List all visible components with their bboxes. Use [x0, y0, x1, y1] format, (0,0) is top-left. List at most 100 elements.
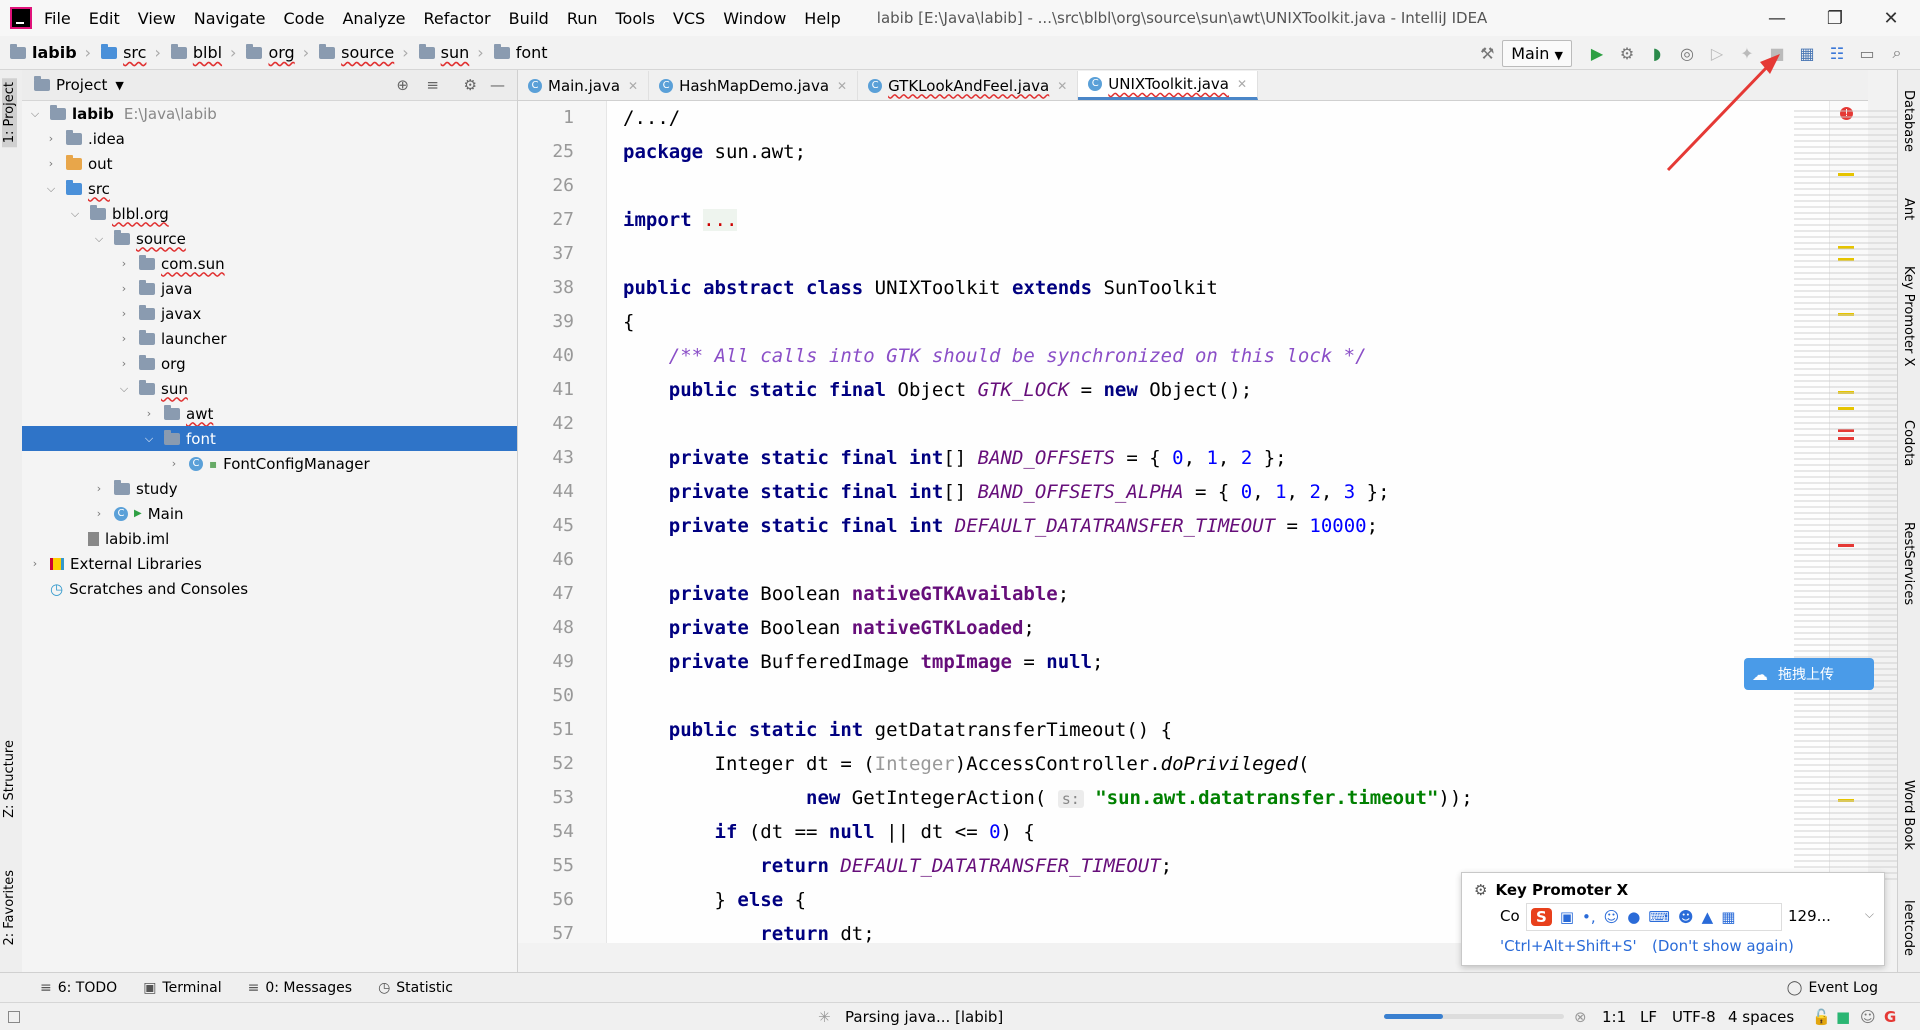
favorites-tool-tab[interactable]: 2: Favorites: [2, 870, 17, 946]
close-icon[interactable]: ✕: [837, 79, 847, 93]
menu-view[interactable]: View: [138, 9, 176, 28]
run-icon[interactable]: ▶: [1582, 38, 1612, 68]
file-encoding[interactable]: UTF-8: [1672, 1008, 1716, 1026]
indent-setting[interactable]: 4 spaces: [1728, 1008, 1794, 1026]
breadcrumb-sun[interactable]: sun ›: [418, 43, 484, 62]
tree-item-out[interactable]: › out: [22, 151, 517, 176]
tree-item-scratches[interactable]: ◷ Scratches and Consoles: [22, 576, 517, 601]
cancel-task-icon[interactable]: ⊗: [1574, 1008, 1587, 1026]
profile-icon[interactable]: ◎: [1672, 38, 1702, 68]
close-icon[interactable]: ✕: [628, 79, 638, 93]
menu-edit[interactable]: Edit: [89, 9, 120, 28]
dont-show-again-link[interactable]: (Don't show again): [1652, 937, 1794, 955]
line-separator[interactable]: LF: [1640, 1008, 1657, 1026]
translate-icon[interactable]: ☷: [1822, 38, 1852, 68]
hector-icon[interactable]: ☺: [1860, 1008, 1876, 1026]
tree-item-labib-iml[interactable]: labib.iml: [22, 526, 517, 551]
run-configuration-select[interactable]: Main ▼: [1502, 39, 1572, 67]
tree-item-study[interactable]: › study: [22, 476, 517, 501]
ime-toolbar[interactable]: S ▣ •, ☺ ● ⌨ ☻ ▲ ▦: [1526, 903, 1782, 931]
terminal-tool-button[interactable]: ▣ Terminal: [143, 980, 221, 996]
code-minimap[interactable]: [1794, 110, 1902, 880]
hide-icon[interactable]: —: [490, 76, 505, 94]
breadcrumb-org[interactable]: org ›: [246, 43, 309, 62]
codota-icon[interactable]: ■: [1836, 1008, 1850, 1026]
menu-refactor[interactable]: Refactor: [424, 9, 491, 28]
debug-icon[interactable]: ⚙: [1612, 38, 1642, 68]
resume-icon[interactable]: ▷: [1702, 38, 1732, 68]
menu-analyze[interactable]: Analyze: [342, 9, 405, 28]
breadcrumb-blbl[interactable]: blbl ›: [170, 43, 236, 62]
menu-code[interactable]: Code: [284, 9, 325, 28]
project-tool-tab[interactable]: 1: Project: [2, 78, 17, 148]
tab-main-java[interactable]: C Main.java ✕: [518, 71, 650, 100]
menu-help[interactable]: Help: [804, 9, 840, 28]
breadcrumb-font[interactable]: font: [493, 43, 548, 62]
tree-item-java[interactable]: › java: [22, 276, 517, 301]
menu-file[interactable]: File: [44, 9, 71, 28]
coverage-icon[interactable]: ◗: [1642, 38, 1672, 68]
collapse-all-icon[interactable]: ≡: [426, 76, 439, 94]
menu-build[interactable]: Build: [509, 9, 549, 28]
locate-icon[interactable]: ⊕: [396, 76, 409, 94]
close-button[interactable]: ✕: [1868, 0, 1914, 36]
breadcrumb-src[interactable]: src ›: [101, 43, 161, 62]
tree-item-font[interactable]: ⌵ font: [22, 426, 517, 451]
shortcut-link[interactable]: 'Ctrl+Alt+Shift+S': [1500, 937, 1637, 955]
codota-tool-tab[interactable]: Codota: [1901, 420, 1916, 466]
attach-icon[interactable]: ✦: [1732, 38, 1762, 68]
menu-window[interactable]: Window: [723, 9, 786, 28]
close-icon[interactable]: ✕: [1057, 79, 1067, 93]
tree-item-source[interactable]: ⌵ source: [22, 226, 517, 251]
tab-hashmapdemo-java[interactable]: C HashMapDemo.java ✕: [649, 71, 859, 100]
todo-tool-button[interactable]: ≡ 6: TODO: [40, 980, 117, 996]
breadcrumb-labib[interactable]: labib ›: [10, 43, 91, 62]
tool-windows-toggle-icon[interactable]: [8, 1010, 20, 1023]
tree-item-labib[interactable]: ⌵ labib E:\Java\labib: [22, 101, 517, 126]
statistic-tool-button[interactable]: ◷ Statistic: [378, 980, 453, 996]
presentation-mode-icon[interactable]: ▭: [1852, 38, 1882, 68]
lock-icon[interactable]: 🔓: [1812, 1008, 1831, 1026]
messages-tool-button[interactable]: ≡ 0: Messages: [248, 980, 352, 996]
gear-icon[interactable]: ⚙: [464, 76, 477, 94]
tree-item-org[interactable]: › org: [22, 351, 517, 376]
tree-item-idea[interactable]: › .idea: [22, 126, 517, 151]
hammer-icon[interactable]: ⚒: [1472, 38, 1502, 68]
upload-button[interactable]: ☁ 拖拽上传: [1744, 658, 1874, 690]
wordbook-tool-tab[interactable]: Word Book: [1901, 780, 1916, 850]
tree-item-src[interactable]: ⌵ src: [22, 176, 517, 201]
google-icon[interactable]: G: [1884, 1008, 1896, 1026]
database-tool-tab[interactable]: Database: [1901, 90, 1916, 152]
key-promoter-tool-tab[interactable]: Key Promoter X: [1901, 266, 1916, 366]
menu-navigate[interactable]: Navigate: [194, 9, 266, 28]
chevron-down-icon[interactable]: ⌵: [1865, 907, 1874, 922]
restservices-tool-tab[interactable]: RestServices: [1901, 522, 1916, 605]
structure-tool-tab[interactable]: Z: Structure: [2, 740, 17, 818]
tree-item-sun[interactable]: ⌵ sun: [22, 376, 517, 401]
caret-position[interactable]: 1:1: [1602, 1008, 1626, 1026]
project-panel-title[interactable]: Project: [56, 76, 107, 94]
event-log-tool-button[interactable]: ◯ Event Log: [1787, 980, 1878, 996]
tree-item-main[interactable]: › C ▶ Main: [22, 501, 517, 526]
chevron-down-icon[interactable]: ▼: [115, 79, 123, 92]
tree-item-fontconfigmanager[interactable]: › C ▪ FontConfigManager: [22, 451, 517, 476]
tab-unixtoolkit-java[interactable]: C UNIXToolkit.java ✕: [1078, 71, 1259, 100]
leetcode-tool-tab[interactable]: leetcode: [1901, 900, 1916, 956]
close-icon[interactable]: ✕: [1237, 77, 1247, 91]
menu-vcs[interactable]: VCS: [673, 9, 705, 28]
breadcrumb-source[interactable]: source ›: [319, 43, 409, 62]
ant-tool-tab[interactable]: Ant: [1901, 198, 1916, 220]
tree-item-launcher[interactable]: › launcher: [22, 326, 517, 351]
code-editor[interactable]: /.../ package sun.awt; import ... public…: [607, 101, 1830, 943]
tree-item-com-sun[interactable]: › com.sun: [22, 251, 517, 276]
tree-item-javax[interactable]: › javax: [22, 301, 517, 326]
project-structure-icon[interactable]: ▦: [1792, 38, 1822, 68]
tree-item-external-libraries[interactable]: › External Libraries: [22, 551, 517, 576]
tab-gtklookandfeel-java[interactable]: C GTKLookAndFeel.java ✕: [858, 71, 1079, 100]
search-icon[interactable]: ⌕: [1882, 38, 1912, 68]
minimize-button[interactable]: —: [1754, 0, 1800, 36]
tree-item-blbl-org[interactable]: ⌵ blbl.org: [22, 201, 517, 226]
menu-tools[interactable]: Tools: [616, 9, 655, 28]
tree-item-awt[interactable]: › awt: [22, 401, 517, 426]
stop-icon[interactable]: ■: [1762, 38, 1792, 68]
